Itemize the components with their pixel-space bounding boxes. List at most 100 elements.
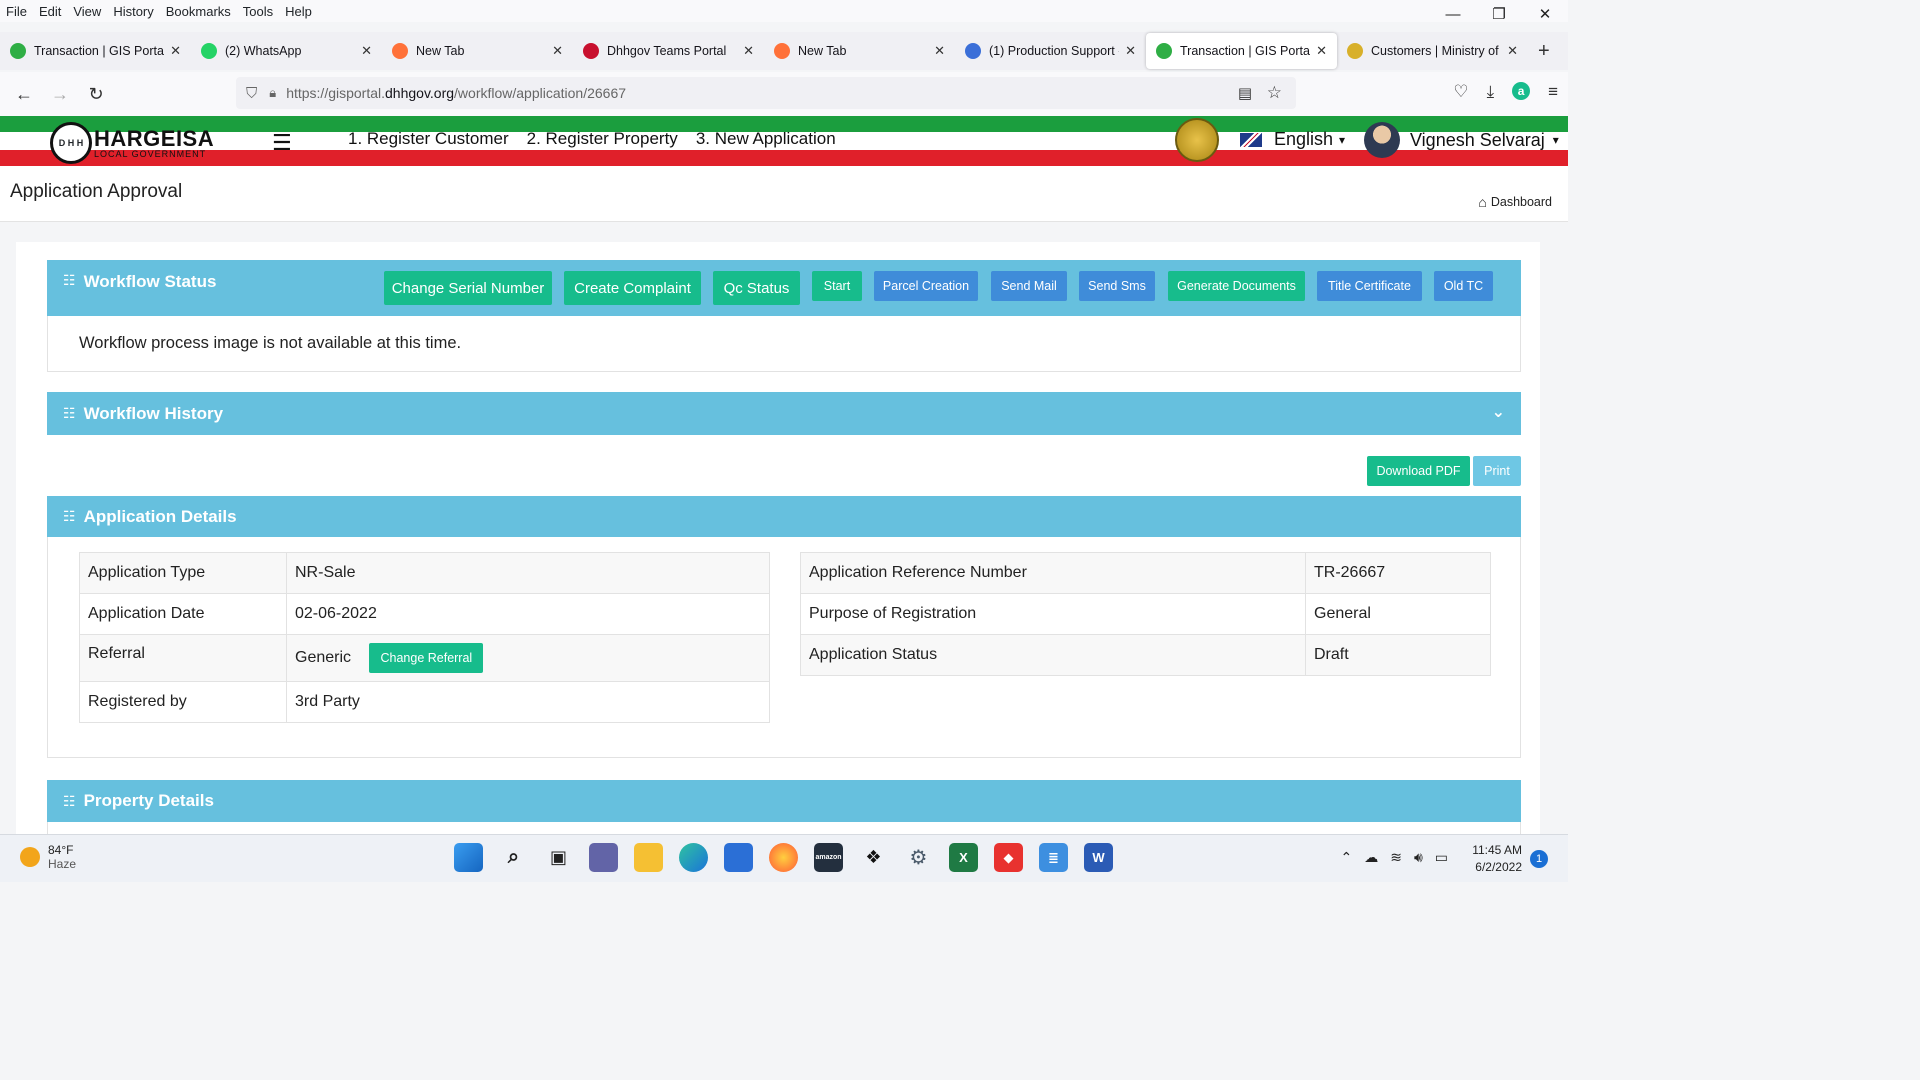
windows-start-icon[interactable]: [454, 843, 483, 872]
extension-icon[interactable]: a: [1512, 82, 1531, 100]
taskbar-apps: ⌕ ▣ amazon ❖ ⚙ X ◆ ≣ W: [454, 843, 1113, 872]
start-button[interactable]: Start: [812, 271, 862, 301]
tab-whatsapp[interactable]: (2) WhatsApp ✕: [191, 33, 382, 69]
toolbar-right: ♡ ⤓ a ≡: [1453, 82, 1558, 102]
change-serial-number-button[interactable]: Change Serial Number: [384, 271, 552, 305]
nav-new-application[interactable]: 3. New Application: [696, 129, 836, 149]
download-pdf-button[interactable]: Download PDF: [1367, 456, 1470, 486]
tab-teams-portal[interactable]: Dhhgov Teams Portal ✕: [573, 33, 764, 69]
chevron-up-icon[interactable]: ⌃: [1340, 849, 1352, 866]
send-mail-button[interactable]: Send Mail: [991, 271, 1067, 301]
close-tab-icon[interactable]: ✕: [170, 43, 181, 59]
downloads-icon[interactable]: ⤓: [1487, 82, 1495, 102]
shield-icon[interactable]: ⛉: [246, 85, 257, 102]
user-menu[interactable]: Vignesh Selvaraj ▾: [1364, 122, 1559, 158]
workflow-history-header[interactable]: ☷ Workflow History ⌄: [47, 392, 1521, 435]
lock-icon[interactable]: 🔒︎: [269, 85, 276, 101]
settings-gear-icon[interactable]: ⚙: [904, 843, 933, 872]
tab-new-tab-2[interactable]: New Tab ✕: [764, 33, 955, 69]
edge-icon[interactable]: [679, 843, 708, 872]
tab-label: New Tab: [416, 44, 465, 58]
app-menu-icon[interactable]: ≡: [1548, 82, 1558, 102]
old-tc-button[interactable]: Old TC: [1434, 271, 1493, 301]
detail-label: Referral: [79, 634, 287, 682]
notepad-icon[interactable]: ≣: [1039, 843, 1068, 872]
menu-tools[interactable]: Tools: [237, 4, 279, 19]
site-logo[interactable]: D H H HARGEISA LOCAL GOVERNMENT: [50, 122, 214, 164]
language-selector[interactable]: English ▾: [1240, 129, 1345, 150]
tab-transaction-gis-1[interactable]: Transaction | GIS Portal ✕: [0, 33, 191, 69]
restore-button[interactable]: ❐: [1476, 0, 1522, 28]
menu-help[interactable]: Help: [279, 4, 318, 19]
notification-badge[interactable]: 1: [1530, 850, 1548, 868]
close-tab-icon[interactable]: ✕: [361, 43, 372, 59]
menu-edit[interactable]: Edit: [33, 4, 67, 19]
close-tab-icon[interactable]: ✕: [934, 43, 945, 59]
excel-icon[interactable]: X: [949, 843, 978, 872]
change-referral-button[interactable]: Change Referral: [369, 643, 484, 673]
menu-bar: File Edit View History Bookmarks Tools H…: [0, 0, 1568, 23]
new-tab-button[interactable]: +: [1528, 40, 1560, 63]
onedrive-icon[interactable]: ☁: [1364, 849, 1378, 866]
close-tab-icon[interactable]: ✕: [552, 43, 563, 59]
volume-icon[interactable]: 🔊︎: [1414, 849, 1423, 866]
menu-view[interactable]: View: [67, 4, 107, 19]
navigation-bar: ← → ↻ ⛉ 🔒︎ https://gisportal. dhhgov.org /…: [0, 72, 1568, 116]
parcel-creation-button[interactable]: Parcel Creation: [874, 271, 978, 301]
qc-status-button[interactable]: Qc Status: [713, 271, 800, 305]
close-tab-icon[interactable]: ✕: [743, 43, 754, 59]
firefox-icon[interactable]: [769, 843, 798, 872]
clock[interactable]: 11:45 AM 6/2/2022: [1472, 842, 1522, 876]
back-arrow-icon[interactable]: ←: [6, 84, 42, 105]
chevron-down-icon[interactable]: ⌄: [1492, 402, 1505, 422]
hamburger-menu-icon[interactable]: ☰: [272, 130, 292, 156]
menu-file[interactable]: File: [0, 4, 33, 19]
store-icon[interactable]: [724, 843, 753, 872]
tab-customers-ministry[interactable]: Customers | Ministry of C ✕: [1337, 33, 1528, 69]
create-complaint-button[interactable]: Create Complaint: [564, 271, 701, 305]
print-button[interactable]: Print: [1473, 456, 1521, 486]
caret-down-icon: ▾: [1339, 132, 1346, 147]
weather-widget[interactable]: 84°F Haze: [20, 843, 76, 871]
url-bar[interactable]: ⛉ 🔒︎ https://gisportal. dhhgov.org/workfl…: [236, 77, 1296, 109]
breadcrumb: ⌂ Dashboard: [1478, 194, 1552, 210]
tab-production-support[interactable]: (1) Production Support - ✕: [955, 33, 1146, 69]
tab-label: Transaction | GIS Portal: [34, 44, 165, 58]
file-explorer-icon[interactable]: [634, 843, 663, 872]
title-certificate-button[interactable]: Title Certificate: [1317, 271, 1422, 301]
teams-chat-icon[interactable]: [589, 843, 618, 872]
pocket-icon[interactable]: ♡: [1453, 82, 1468, 102]
table-row: Application Status Draft: [800, 634, 1491, 676]
close-tab-icon[interactable]: ✕: [1316, 43, 1327, 59]
search-icon[interactable]: ⌕: [499, 843, 528, 872]
generate-documents-button[interactable]: Generate Documents: [1168, 271, 1305, 301]
nav-register-customer[interactable]: 1. Register Customer: [348, 129, 509, 149]
list-icon: ☷: [63, 405, 76, 421]
forward-arrow-icon[interactable]: →: [42, 84, 78, 105]
close-tab-icon[interactable]: ✕: [1507, 43, 1518, 59]
tab-transaction-gis-active[interactable]: Transaction | GIS Portal ✕: [1146, 33, 1337, 69]
clock-date: 6/2/2022: [1475, 860, 1522, 874]
battery-icon[interactable]: ▭: [1435, 849, 1448, 866]
menu-bookmarks[interactable]: Bookmarks: [160, 4, 237, 19]
word-icon[interactable]: W: [1084, 843, 1113, 872]
uk-flag-icon: [1240, 132, 1262, 147]
close-tab-icon[interactable]: ✕: [1125, 43, 1136, 59]
panel-title: Property Details: [83, 791, 214, 810]
close-window-button[interactable]: ✕: [1522, 0, 1568, 28]
reader-view-icon[interactable]: ▤: [1238, 84, 1252, 102]
tab-new-tab-1[interactable]: New Tab ✕: [382, 33, 573, 69]
wifi-icon[interactable]: ≋: [1390, 849, 1402, 866]
bookmark-star-icon[interactable]: ☆: [1267, 83, 1282, 103]
nav-register-property[interactable]: 2. Register Property: [527, 129, 678, 149]
menu-history[interactable]: History: [107, 4, 159, 19]
breadcrumb-dashboard[interactable]: Dashboard: [1491, 195, 1552, 209]
anydesk-icon[interactable]: ◆: [994, 843, 1023, 872]
send-sms-button[interactable]: Send Sms: [1079, 271, 1155, 301]
dropbox-icon[interactable]: ❖: [859, 843, 888, 872]
minimize-button[interactable]: —: [1430, 0, 1476, 28]
reload-icon[interactable]: ↻: [78, 84, 114, 105]
url-host: dhhgov.org: [385, 85, 455, 101]
amazon-icon[interactable]: amazon: [814, 843, 843, 872]
task-view-icon[interactable]: ▣: [544, 843, 573, 872]
